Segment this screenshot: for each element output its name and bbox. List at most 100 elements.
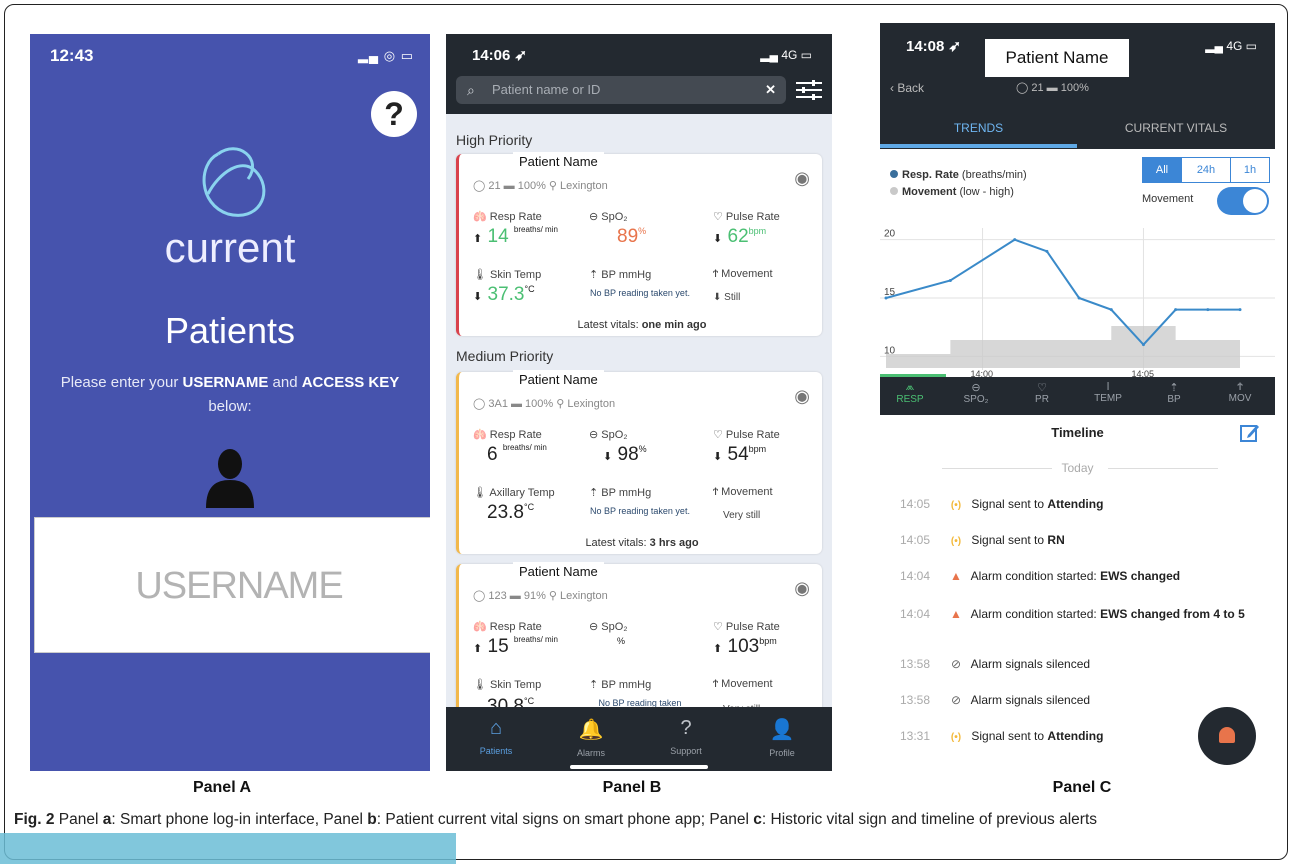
panel-c-label: Panel C <box>1052 779 1112 796</box>
temp-label: 🌡 Skin Temp <box>473 679 542 691</box>
patient-card[interactable]: Patient Name ◯ 21 ▬ 100% ⚲ Lexington ◉ 🫁… <box>456 152 822 336</box>
user-icon <box>206 449 254 508</box>
spo2-value: % <box>617 636 626 646</box>
status-time: 12:43 <box>50 46 94 65</box>
edit-icon[interactable] <box>1240 423 1260 443</box>
signal-icon: (•) <box>950 500 962 511</box>
pulse-value: ⬆ 103bpm <box>713 636 777 657</box>
movement-value: ⬇ Still <box>713 292 741 303</box>
bp-value: No BP reading taken yet. <box>590 288 690 298</box>
range-all[interactable]: All <box>1142 157 1182 183</box>
tab-alarms[interactable]: 🔔 Alarms <box>551 717 631 758</box>
patient-card[interactable]: Patient Name ◯ 123 ▬ 91% ⚲ Lexington ◉ 🫁… <box>456 562 822 724</box>
caption-highlight <box>0 833 456 864</box>
eye-icon[interactable]: ◉ <box>794 578 810 599</box>
patient-detail-screen: 14:08 ➶ ▂▄ 4G ▭ Patient Name ‹ Back ◯ 21… <box>880 23 1275 778</box>
eye-icon[interactable]: ◉ <box>794 386 810 407</box>
timeline-event: 13:58 ⊘ Alarm signals silenced <box>900 693 1091 707</box>
resp-rate-point <box>1174 308 1178 312</box>
clear-icon[interactable]: ✕ <box>765 76 776 104</box>
movement-toggle[interactable] <box>1217 187 1269 215</box>
legend-movement: Movement (low - high) <box>890 186 1014 198</box>
home-indicator <box>570 765 708 769</box>
today-label: Today <box>1061 461 1094 475</box>
eye-icon[interactable]: ◉ <box>794 168 810 189</box>
resp-label: 🫁 Resp Rate <box>473 621 542 633</box>
tab-current-vitals[interactable]: CURRENT VITALS <box>1077 121 1275 135</box>
tab-support[interactable]: ? Support <box>646 717 726 756</box>
help-button[interactable]: ? <box>371 91 417 137</box>
alarm-fab-button[interactable] <box>1198 707 1256 765</box>
tab-trends[interactable]: TRENDS <box>880 121 1077 135</box>
resp-rate-line <box>885 238 1240 347</box>
silence-icon: ⊘ <box>950 657 962 671</box>
vital-tab-mov[interactable]: Ϯ MOV <box>1210 381 1270 404</box>
timeline-event: 14:05 (•) Signal sent to Attending <box>900 497 1104 511</box>
spo2-value: 89% <box>617 226 647 247</box>
timeline-title: Timeline <box>1051 425 1104 440</box>
patient-name: Patient Name <box>513 152 604 171</box>
vital-tab-spo2[interactable]: ⊖ SPO₂ <box>946 381 1006 405</box>
bell-icon: 🔔 <box>578 719 604 741</box>
resp-rate-point <box>1109 308 1113 312</box>
temp-value: 23.8°C <box>487 502 535 523</box>
vital-tab-pr[interactable]: ♡ PR <box>1012 381 1072 405</box>
resp-rate-point <box>1141 343 1145 347</box>
spo2-value: ⬇ 98% <box>603 444 647 465</box>
temp-value: ⬇ 37.3°C <box>473 284 535 305</box>
vital-tab-resp[interactable]: ⩕ RESP <box>880 381 940 405</box>
resp-label: 🫁 Resp Rate <box>473 429 542 441</box>
latest-vitals: Latest vitals: one min ago <box>577 319 707 331</box>
bp-label: ⇡ BP mmHg <box>589 487 652 499</box>
movement-value: Very still <box>723 510 761 521</box>
status-icons: ▂▄ 4G ▭ <box>1205 39 1257 53</box>
signal-icon: (•) <box>950 732 962 743</box>
back-button[interactable]: ‹ Back <box>890 81 924 95</box>
search-placeholder: Patient name or ID <box>492 82 601 97</box>
search-input[interactable]: ⌕ Patient name or ID ✕ <box>456 76 786 104</box>
timeline-event: 14:05 (•) Signal sent to RN <box>900 533 1065 547</box>
login-screen: 12:43 ▂▄ ◎ ▭ ? current Patients Please e… <box>30 34 430 771</box>
resp-rate-point <box>1077 296 1081 300</box>
trend-chart: 20151014:00 14:05 <box>880 228 1275 378</box>
resp-rate-point <box>1206 308 1210 312</box>
patients-list-screen: 14:06 ➶ ▂▄ 4G ▭ ⌕ Patient name or ID ✕ H… <box>446 34 832 771</box>
status-time: 14:08 ➶ <box>906 38 962 55</box>
help-icon: ? <box>680 717 692 739</box>
patient-name: Patient Name <box>513 562 604 581</box>
spo2-label: ⊖ SpO₂ <box>589 211 628 223</box>
bottom-tab-bar: ⌂ Patients 🔔 Alarms ? Support 👤 Profile <box>446 707 832 771</box>
tab-patients[interactable]: ⌂ Patients <box>456 717 536 756</box>
movement-label: Ϯ Movement <box>713 486 773 498</box>
range-1h[interactable]: 1h <box>1230 157 1270 183</box>
medium-priority-heading: Medium Priority <box>456 348 554 364</box>
filter-icon[interactable] <box>796 80 822 100</box>
vital-tab-temp[interactable]: ǀ TEMP <box>1078 381 1138 404</box>
patient-card[interactable]: Patient Name ◯ 3A1 ▬ 100% ⚲ Lexington ◉ … <box>456 370 822 554</box>
status-icons: ▂▄ ◎ ▭ <box>357 48 414 63</box>
vital-tab-bp[interactable]: ⇡ BP <box>1144 381 1204 405</box>
login-instruction: Please enter your USERNAME and ACCESS KE… <box>60 374 400 415</box>
patient-meta: ◯ 123 ▬ 91% ⚲ Lexington <box>473 590 608 602</box>
silence-icon: ⊘ <box>950 693 962 707</box>
patient-name: Patient Name <box>513 370 604 389</box>
tab-profile[interactable]: 👤 Profile <box>742 717 822 758</box>
alarm-icon: ▲ <box>950 607 962 621</box>
temp-label: 🌡 Skin Temp <box>473 269 542 281</box>
username-input[interactable]: USERNAME <box>34 517 430 653</box>
legend-resp: Resp. Rate (breaths/min) <box>890 169 1027 181</box>
status-time: 14:06 ➶ <box>472 47 528 64</box>
resp-label: 🫁 Resp Rate <box>473 211 542 223</box>
movement-area <box>886 326 1240 368</box>
resp-rate-point <box>1238 308 1242 312</box>
bp-label: ⇡ BP mmHg <box>589 679 652 691</box>
current-logo-icon <box>202 147 266 217</box>
resp-rate-point <box>1045 249 1049 253</box>
timeline-event: 13:58 ⊘ Alarm signals silenced <box>900 657 1091 671</box>
range-24h[interactable]: 24h <box>1181 157 1231 183</box>
vital-tabs: ⩕ RESP ⊖ SPO₂ ♡ PR ǀ TEMP ⇡ BP Ϯ MOV <box>880 377 1275 415</box>
alarm-icon: ▲ <box>950 569 962 583</box>
pulse-label: ♡ Pulse Rate <box>713 429 780 441</box>
panel-b-label: Panel B <box>602 779 662 796</box>
spo2-label: ⊖ SpO₂ <box>589 429 628 441</box>
